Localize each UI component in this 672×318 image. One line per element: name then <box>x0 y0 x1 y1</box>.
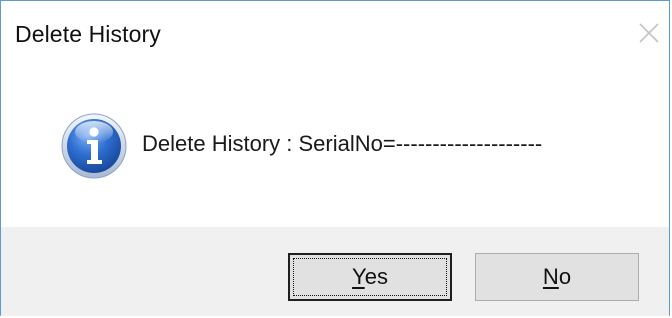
no-label-rest: o <box>558 264 572 289</box>
title-bar[interactable]: Delete History <box>1 1 669 65</box>
message-dialog: Delete History Delete History: SerialNo… <box>0 0 670 316</box>
yes-button-label: Yes <box>352 264 388 290</box>
close-button[interactable] <box>629 9 669 57</box>
no-button[interactable]: No <box>475 253 639 301</box>
window-title: Delete History <box>15 21 161 47</box>
no-mnemonic: N <box>542 264 559 289</box>
close-icon <box>639 23 659 43</box>
button-bar: Yes No <box>1 227 669 316</box>
info-icon <box>61 113 127 179</box>
yes-mnemonic: Y <box>352 264 365 289</box>
yes-label-rest: es <box>364 264 388 289</box>
no-button-label: No <box>543 264 571 290</box>
yes-button[interactable]: Yes <box>288 253 452 301</box>
dialog-content: Delete History : SerialNo=--------------… <box>1 65 669 227</box>
dialog-message: Delete History : SerialNo=--------------… <box>142 131 543 156</box>
